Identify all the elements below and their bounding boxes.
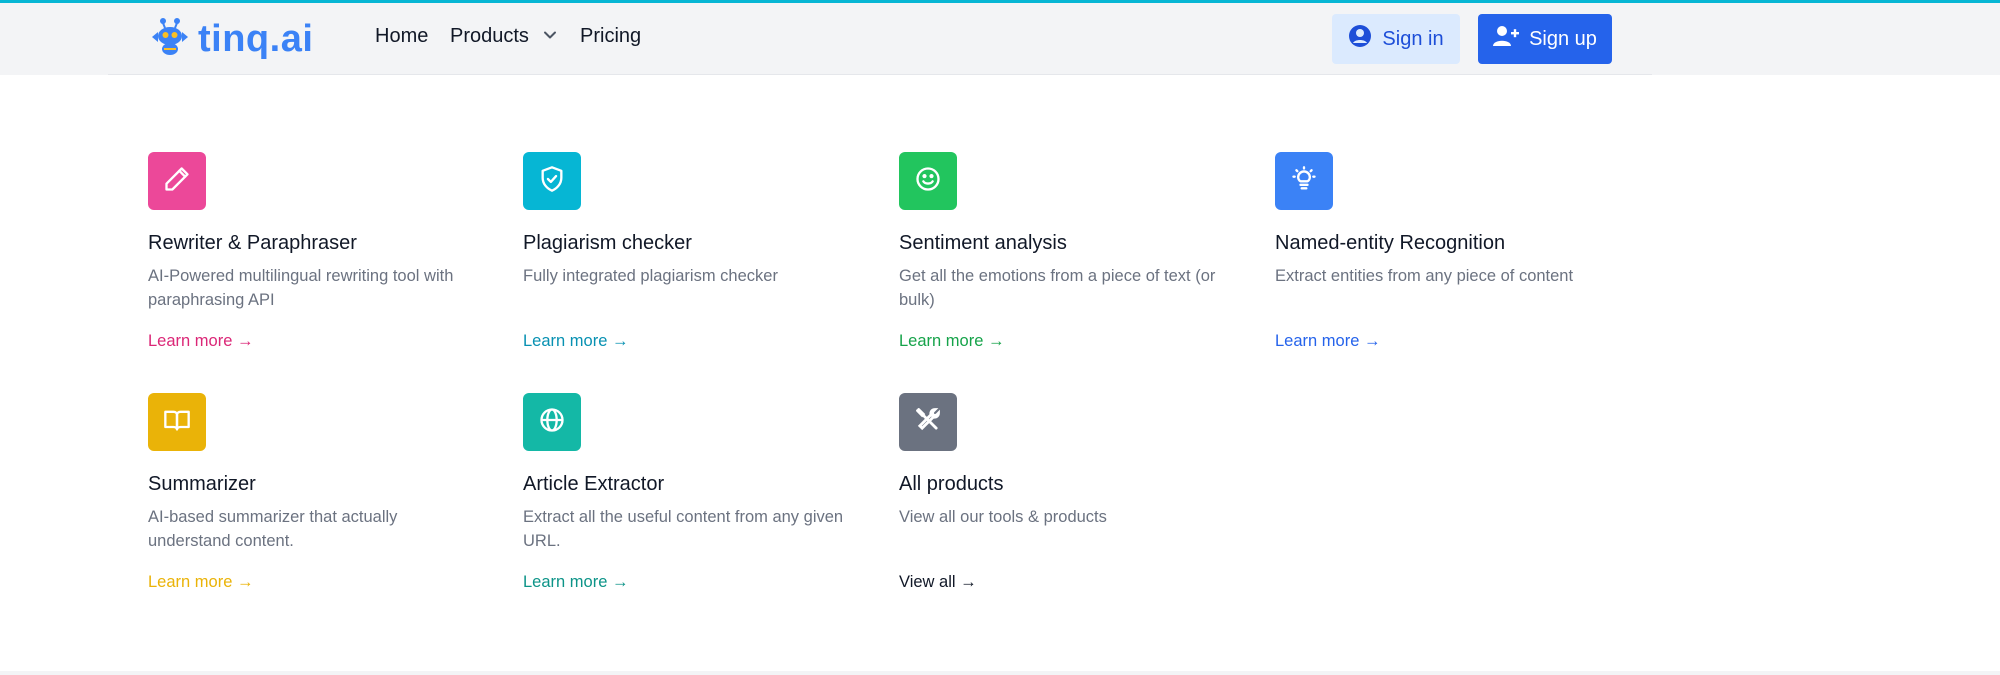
product-card-rewriter: Rewriter & Paraphraser AI-Powered multil… [148,152,488,350]
card-icon-box [148,152,206,210]
card-title: Article Extractor [523,473,665,495]
chevron-down-icon [543,25,557,48]
header-divider [108,74,1652,75]
learn-more-link[interactable]: Learn more → [148,332,253,351]
robot-logo-icon [148,17,192,62]
user-plus-icon [1493,24,1520,54]
nav-pricing-label: Pricing [580,25,642,47]
shield-check-icon [538,165,566,198]
nav-home-label: Home [375,25,429,47]
pencil-icon [163,165,191,198]
globe-icon [538,406,566,439]
card-title: Sentiment analysis [899,232,1067,254]
card-title: Rewriter & Paraphraser [148,232,357,254]
sign-in-button[interactable]: Sign in [1332,14,1460,64]
learn-more-link[interactable]: Learn more → [148,573,253,592]
learn-more-link[interactable]: Learn more → [523,332,628,351]
card-icon-box [899,152,957,210]
card-description: AI-based summarizer that actually unders… [148,508,398,550]
smiley-icon [914,165,942,198]
product-card-plagiarism: Plagiarism checker Fully integrated plag… [523,152,863,350]
nav-pricing[interactable]: Pricing [580,25,641,48]
card-icon-box [523,152,581,210]
sign-up-button[interactable]: Sign up [1478,14,1612,64]
sign-up-label: Sign up [1529,27,1597,50]
learn-more-link[interactable]: Learn more → [1275,332,1380,351]
footer-divider [0,671,2000,675]
logo[interactable]: tinq.ai [148,17,313,61]
tools-icon [914,406,942,439]
card-description: Get all the emotions from a piece of tex… [899,267,1216,309]
learn-more-link[interactable]: Learn more → [523,573,628,592]
book-icon [163,406,191,439]
product-card-article-extractor: Article Extractor Extract all the useful… [523,393,863,591]
product-card-ner: Named-entity Recognition Extract entitie… [1275,152,1615,350]
card-title: Summarizer [148,473,256,495]
sign-in-label: Sign in [1382,27,1444,50]
nav-products[interactable]: Products [450,25,557,48]
learn-more-link[interactable]: Learn more → [899,332,1004,351]
brand-name: tinq.ai [198,18,314,60]
product-card-all-products: All products View all our tools & produc… [899,393,1239,591]
product-card-sentiment: Sentiment analysis Get all the emotions … [899,152,1239,350]
card-icon-box [899,393,957,451]
header-bar: tinq.ai Home Products Pricing Sign in Si… [0,3,2000,75]
card-description: AI-Powered multilingual rewriting tool w… [148,267,454,309]
card-icon-box [523,393,581,451]
lightbulb-icon [1290,165,1318,198]
user-circle-icon [1348,24,1372,54]
nav-home[interactable]: Home [375,25,428,48]
card-description: View all our tools & products [899,508,1107,526]
card-description: Fully integrated plagiarism checker [523,267,778,285]
product-card-summarizer: Summarizer AI-based summarizer that actu… [148,393,488,591]
card-description: Extract entities from any piece of conte… [1275,267,1574,285]
nav-products-label: Products [450,25,529,47]
card-icon-box [1275,152,1333,210]
card-description: Extract all the useful content from any … [523,508,844,550]
card-title: All products [899,473,1004,495]
card-title: Plagiarism checker [523,232,692,254]
view-all-link[interactable]: View all → [899,573,977,592]
card-icon-box [148,393,206,451]
card-title: Named-entity Recognition [1275,232,1506,254]
